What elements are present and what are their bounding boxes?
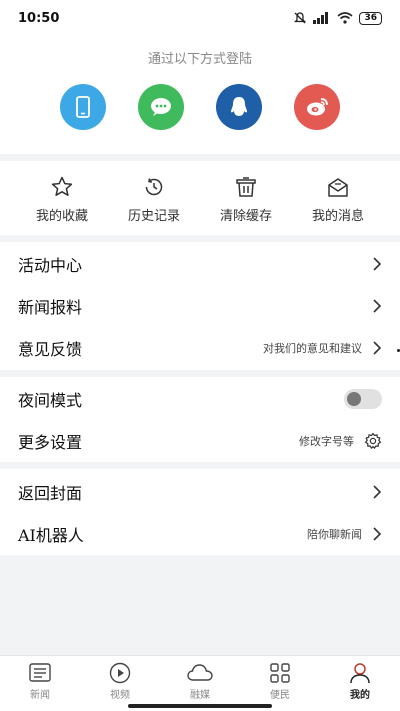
tab-services-label: 便民 xyxy=(270,690,290,701)
tab-media[interactable]: 融媒 xyxy=(160,662,240,701)
menu-group-2: 夜间模式 更多设置 修改字号等 xyxy=(0,377,400,462)
activity-center-label: 活动中心 xyxy=(18,256,83,275)
chevron-right-icon xyxy=(373,485,382,499)
cloud-icon xyxy=(187,664,213,681)
messages-label: 我的消息 xyxy=(311,209,364,224)
more-settings-hint: 修改字号等 xyxy=(299,435,354,448)
clear-cache-button[interactable]: 清除缓存 xyxy=(196,175,296,224)
weibo-icon xyxy=(307,98,328,116)
favorites-button[interactable]: 我的收藏 xyxy=(12,175,112,224)
feedback-row[interactable]: 意见反馈 对我们的意见和建议 xyxy=(0,327,400,369)
chevron-right-icon xyxy=(373,257,382,271)
weibo-login-button[interactable] xyxy=(294,84,340,130)
back-to-cover-label: 返回封面 xyxy=(18,484,83,503)
star-icon xyxy=(51,176,73,196)
tab-news[interactable]: 新闻 xyxy=(0,662,80,701)
qq-icon xyxy=(231,97,247,116)
more-settings-label: 更多设置 xyxy=(18,433,83,452)
tab-video-label: 视频 xyxy=(110,690,130,701)
video-icon xyxy=(109,662,131,684)
history-icon xyxy=(145,178,163,196)
chevron-right-icon xyxy=(373,299,382,313)
wechat-icon xyxy=(151,98,171,116)
phone-login-button[interactable] xyxy=(60,84,106,130)
tab-video[interactable]: 视频 xyxy=(80,662,160,701)
news-icon xyxy=(29,663,51,682)
user-icon xyxy=(350,663,370,684)
ai-robot-row[interactable]: AI机器人 陪你聊新闻 xyxy=(0,513,400,555)
mute-icon xyxy=(294,12,307,24)
more-settings-row[interactable]: 更多设置 修改字号等 xyxy=(0,420,400,462)
status-bar: 10:50 36 xyxy=(0,0,400,36)
status-time: 10:50 xyxy=(18,10,60,26)
feedback-label: 意见反馈 xyxy=(18,340,83,359)
back-to-cover-row[interactable]: 返回封面 xyxy=(0,471,400,513)
ai-robot-label: AI机器人 xyxy=(18,526,84,545)
tab-news-label: 新闻 xyxy=(30,690,50,701)
ai-robot-hint: 陪你聊新闻 xyxy=(307,528,362,541)
status-icons: 36 xyxy=(293,11,382,25)
menu-group-1: 活动中心 新闻报料 意见反馈 对我们的意见和建议 xyxy=(0,242,400,370)
login-section: 通过以下方式登陆 xyxy=(0,36,400,154)
tab-mine-label: 我的 xyxy=(350,690,370,701)
wechat-login-button[interactable] xyxy=(138,84,184,130)
qq-login-button[interactable] xyxy=(216,84,262,130)
tab-mine[interactable]: 我的 xyxy=(320,662,400,701)
trash-icon xyxy=(236,177,256,197)
wifi-icon xyxy=(337,12,353,24)
favorites-label: 我的收藏 xyxy=(35,209,88,224)
clear-cache-label: 清除缓存 xyxy=(219,209,272,224)
tab-media-label: 融媒 xyxy=(190,690,210,701)
login-methods xyxy=(0,84,400,130)
bottom-tab-bar: 新闻 视频 融媒 便民 我的 xyxy=(0,655,400,711)
quick-actions: 我的收藏 历史记录 清除缓存 我的消息 xyxy=(0,161,400,235)
night-mode-toggle[interactable] xyxy=(344,389,382,409)
home-indicator[interactable] xyxy=(128,704,272,708)
feedback-hint: 对我们的意见和建议 xyxy=(263,342,362,355)
toggle-knob xyxy=(347,392,361,406)
history-label: 历史记录 xyxy=(127,209,180,224)
messages-button[interactable]: 我的消息 xyxy=(288,175,388,224)
mail-icon xyxy=(328,178,348,197)
tab-services[interactable]: 便民 xyxy=(240,662,320,701)
menu-group-3: 返回封面 AI机器人 陪你聊新闻 xyxy=(0,469,400,555)
login-label: 通过以下方式登陆 xyxy=(147,52,252,67)
news-report-row[interactable]: 新闻报料 xyxy=(0,285,400,327)
night-mode-label: 夜间模式 xyxy=(18,391,83,410)
history-button[interactable]: 历史记录 xyxy=(104,175,204,224)
gear-icon xyxy=(365,432,381,449)
signal-icon xyxy=(313,12,329,24)
chevron-right-icon xyxy=(373,341,382,355)
night-mode-row: 夜间模式 xyxy=(0,378,400,420)
grid-icon xyxy=(270,663,290,683)
phone-icon xyxy=(76,96,90,118)
activity-center-row[interactable]: 活动中心 xyxy=(0,243,400,285)
battery-icon: 36 xyxy=(359,11,382,25)
chevron-right-icon xyxy=(373,527,382,541)
news-report-label: 新闻报料 xyxy=(18,298,83,317)
